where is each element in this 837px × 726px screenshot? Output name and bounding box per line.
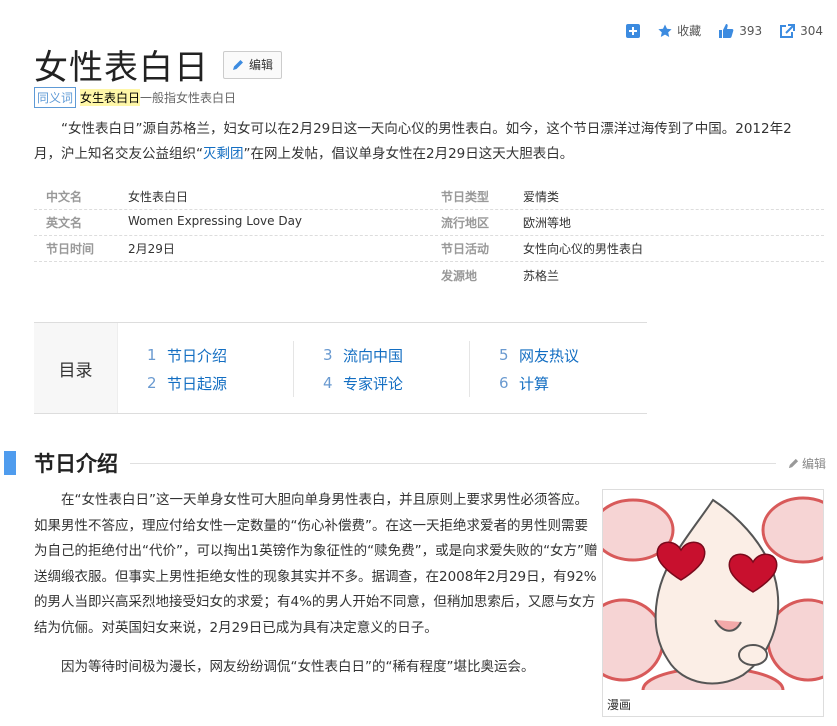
section-edit-label: 编辑 <box>801 456 826 471</box>
cartoon-image <box>603 490 823 690</box>
thumbs-up-icon <box>719 23 734 38</box>
info-key: 节日时间 <box>46 242 95 256</box>
catalog-column: 3 流向中国 4 专家评论 <box>294 341 470 397</box>
synonym-description: 一般指女性表白日 <box>140 91 237 105</box>
section-heading: 节日介绍 编辑 <box>0 448 826 478</box>
info-value: 苏格兰 <box>523 268 560 283</box>
info-value: Women Expressing Love Day <box>128 214 303 228</box>
synonym-tag[interactable]: 同义词 <box>34 87 77 108</box>
basic-info: 中文名 女性表白日 节日类型 爱情类 英文名 Women Expressing Lov… <box>34 184 824 288</box>
synonym-term: 女生表白日 <box>80 89 141 106</box>
synonym-line: 同义词 女生表白日 一般指女性表白日 <box>34 87 236 108</box>
catalog-item[interactable]: 3 流向中国 <box>323 341 469 369</box>
catalog-label: 专家评论 <box>343 374 404 393</box>
catalog-label: 节日介绍 <box>167 346 228 365</box>
pencil-icon <box>788 458 799 468</box>
body-paragraph: 因为等待时间极为漫长，网友纷纷调侃“女性表白日”的“稀有程度”堪比奥运会。 <box>61 659 535 675</box>
info-row: 中文名 女性表白日 节日类型 爱情类 <box>34 184 824 210</box>
article-actions: 收藏 393 304 <box>626 22 823 39</box>
catalog-label: 节日起源 <box>167 374 228 393</box>
info-key: 节日活动 <box>441 242 490 256</box>
catalog-item[interactable]: 5 网友热议 <box>499 341 646 369</box>
intro-text-b: ”在网上发帖，倡议单身女性在2月29日这天大胆表白。 <box>243 146 574 162</box>
favorite-label: 收藏 <box>677 24 702 38</box>
like-count: 393 <box>739 23 763 38</box>
body-paragraph: 在“女性表白日”这一天单身女性可大胆向单身男性表白，并且原则上要求男性必须答应。… <box>34 492 598 636</box>
info-value: 2月29日 <box>128 242 175 256</box>
catalog-label: 流向中国 <box>343 346 404 365</box>
figure-card[interactable]: 漫画 <box>602 489 824 717</box>
add-button[interactable] <box>626 23 641 38</box>
catalog-label: 计算 <box>519 374 550 393</box>
info-value: 女性向心仪的男性表白 <box>523 242 644 256</box>
catalog-num: 2 <box>147 374 157 392</box>
title-row: 女性表白日 编辑 <box>34 40 283 89</box>
catalog-num: 4 <box>323 374 333 392</box>
section-marker <box>4 451 16 475</box>
info-key: 节日类型 <box>441 190 490 204</box>
catalog-num: 5 <box>499 346 509 364</box>
catalog-num: 3 <box>323 346 333 364</box>
info-key: 发源地 <box>441 268 478 283</box>
plus-square-icon <box>626 23 641 38</box>
info-row: 发源地 苏格兰 <box>34 262 824 288</box>
section-divider <box>130 462 776 464</box>
info-value: 欧洲等地 <box>523 216 572 230</box>
page-title: 女性表白日 <box>34 48 209 88</box>
section-title: 节日介绍 <box>34 452 118 476</box>
edit-button[interactable]: 编辑 <box>223 50 283 79</box>
info-key: 流行地区 <box>441 216 490 230</box>
intro-paragraph: “女性表白日”源自苏格兰，妇女可以在2月29日这一天向心仪的男性表白。如今，这个… <box>34 117 814 167</box>
share-icon <box>780 23 796 38</box>
like-button[interactable]: 393 <box>719 23 763 38</box>
info-value: 女性表白日 <box>128 190 189 204</box>
catalog-item[interactable]: 4 专家评论 <box>323 369 469 397</box>
favorite-button[interactable]: 收藏 <box>658 22 701 39</box>
catalog-heading: 目录 <box>34 323 118 413</box>
info-row: 英文名 Women Expressing Love Day 流行地区 欧洲等地 <box>34 210 824 236</box>
share-count: 304 <box>800 23 823 38</box>
info-key: 中文名 <box>46 190 83 204</box>
info-key: 英文名 <box>46 216 83 230</box>
catalog: 目录 1 节日介绍 2 节日起源 3 流向中国 4 专家评论 5 网友热议 6 计算 <box>34 322 647 414</box>
star-icon <box>658 24 672 37</box>
catalog-num: 6 <box>499 374 509 392</box>
pencil-icon <box>233 59 243 70</box>
edit-label: 编辑 <box>249 58 274 72</box>
info-value: 爱情类 <box>523 190 560 204</box>
catalog-label: 网友热议 <box>519 346 580 365</box>
catalog-num: 1 <box>147 346 157 364</box>
intro-link[interactable]: 灭剩团 <box>203 146 244 162</box>
catalog-item[interactable]: 6 计算 <box>499 369 646 397</box>
info-row: 节日时间 2月29日 节日活动 女性向心仪的男性表白 <box>34 236 824 262</box>
catalog-item[interactable]: 2 节日起源 <box>147 369 293 397</box>
section-edit-button[interactable]: 编辑 <box>788 455 826 472</box>
catalog-item[interactable]: 1 节日介绍 <box>147 341 293 369</box>
figure-caption: 漫画 <box>607 698 632 712</box>
share-button[interactable]: 304 <box>780 23 823 38</box>
catalog-column: 1 节日介绍 2 节日起源 <box>118 341 294 397</box>
catalog-column: 5 网友热议 6 计算 <box>470 341 646 397</box>
section-body: 在“女性表白日”这一天单身女性可大胆向单身男性表白，并且原则上要求男性必须答应。… <box>34 488 600 695</box>
